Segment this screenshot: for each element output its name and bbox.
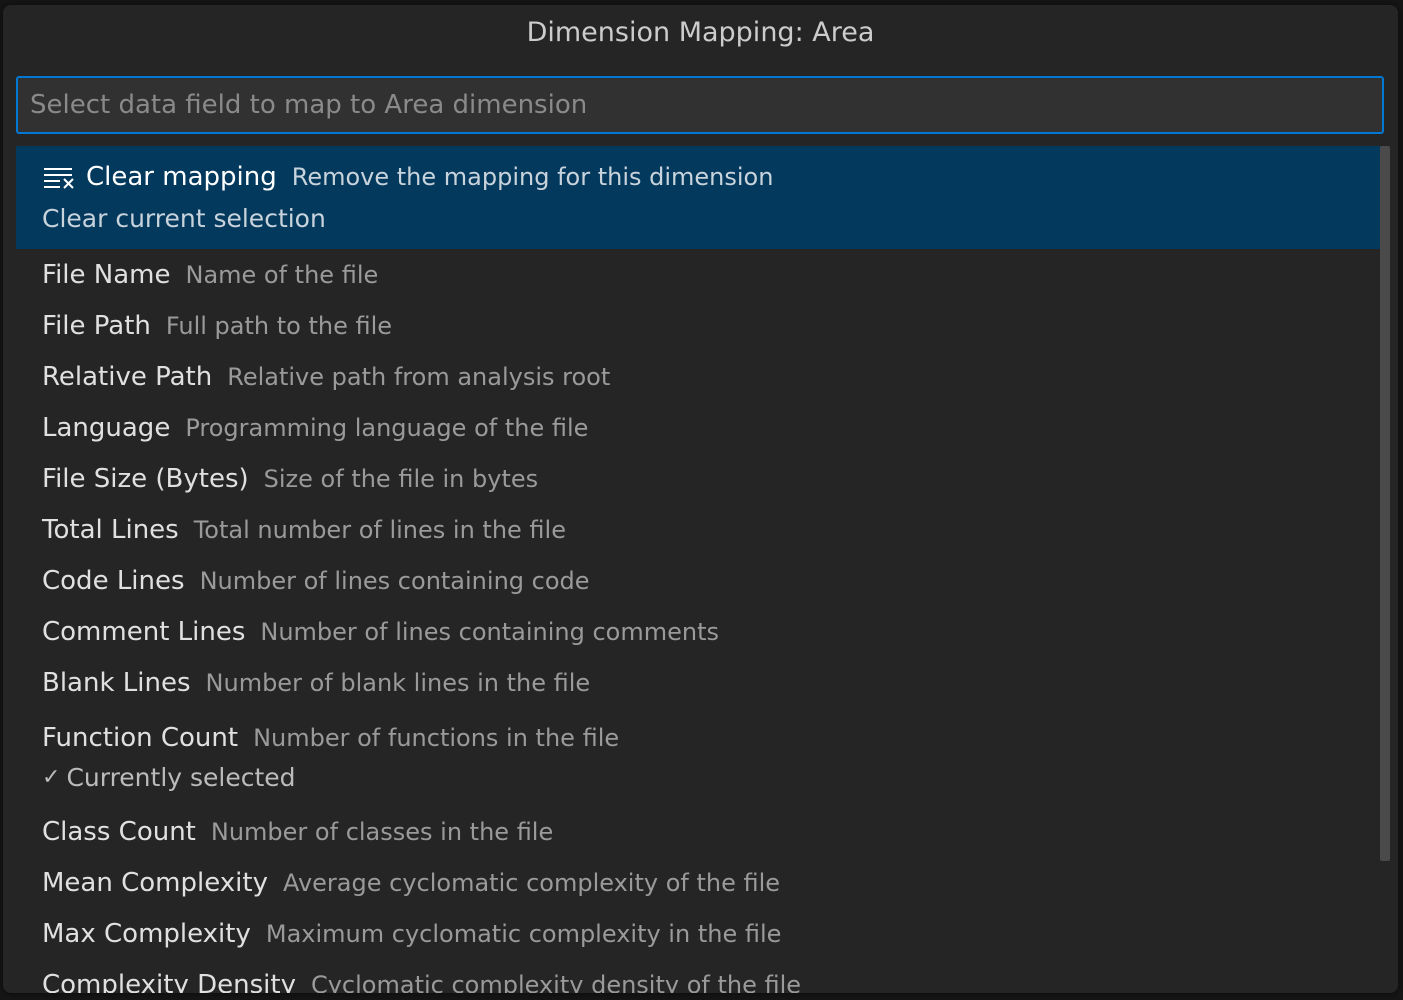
- list-item-complexity-density[interactable]: Complexity Density Cyclomatic complexity…: [16, 959, 1386, 994]
- dialog-title: Dimension Mapping: Area: [3, 5, 1398, 63]
- list-item-code-lines[interactable]: Code Lines Number of lines containing co…: [16, 555, 1386, 606]
- item-label: File Size (Bytes): [42, 463, 249, 494]
- clear-mapping-item[interactable]: Clear mapping Remove the mapping for thi…: [16, 146, 1386, 249]
- item-description: Number of classes in the file: [210, 817, 554, 846]
- list-item-mean-complexity[interactable]: Mean Complexity Average cyclomatic compl…: [16, 857, 1386, 908]
- item-description: Full path to the file: [165, 311, 393, 340]
- item-description: Number of lines containing comments: [260, 617, 719, 646]
- list-item-file-path[interactable]: File Path Full path to the file: [16, 300, 1386, 351]
- item-description: Size of the file in bytes: [263, 464, 539, 493]
- search-input-container: [16, 76, 1384, 134]
- item-label: File Path: [42, 310, 151, 341]
- list-scrollbar[interactable]: [1380, 146, 1390, 861]
- item-description: Maximum cyclomatic complexity in the fil…: [265, 919, 782, 948]
- item-description: Number of blank lines in the file: [205, 668, 591, 697]
- item-description: Average cyclomatic complexity of the fil…: [282, 868, 781, 897]
- list-item-file-size[interactable]: File Size (Bytes) Size of the file in by…: [16, 453, 1386, 504]
- quick-pick-dialog: Dimension Mapping: Area Clear mapping: [3, 5, 1398, 993]
- item-description: Number of functions in the file: [253, 723, 620, 752]
- item-label: Code Lines: [42, 565, 185, 596]
- item-label: Max Complexity: [42, 918, 251, 949]
- item-label: Comment Lines: [42, 616, 246, 647]
- list-item-max-complexity[interactable]: Max Complexity Maximum cyclomatic comple…: [16, 908, 1386, 959]
- item-detail: ✓ Currently selected: [42, 763, 296, 792]
- item-label: File Name: [42, 259, 171, 290]
- item-label: Function Count: [42, 722, 239, 753]
- clear-all-icon: [42, 165, 76, 189]
- item-label: Class Count: [42, 816, 196, 847]
- item-label: Mean Complexity: [42, 867, 268, 898]
- item-description: Programming language of the file: [185, 413, 589, 442]
- item-description: Number of lines containing code: [199, 566, 590, 595]
- item-description: Total number of lines in the file: [193, 515, 566, 544]
- list-item-language[interactable]: Language Programming language of the fil…: [16, 402, 1386, 453]
- list-item-comment-lines[interactable]: Comment Lines Number of lines containing…: [16, 606, 1386, 657]
- item-label: Clear mapping: [86, 162, 277, 192]
- item-label: Blank Lines: [42, 667, 191, 698]
- options-list: Clear mapping Remove the mapping for thi…: [16, 146, 1386, 993]
- item-description: Name of the file: [185, 260, 379, 289]
- item-label: Relative Path: [42, 361, 213, 392]
- list-item-file-name[interactable]: File Name Name of the file: [16, 249, 1386, 300]
- item-label: Complexity Density: [42, 969, 296, 994]
- item-detail-text: Currently selected: [66, 762, 296, 792]
- item-description: Cyclomatic complexity density of the fil…: [310, 970, 802, 994]
- item-detail: Clear current selection: [42, 204, 326, 233]
- list-item-total-lines[interactable]: Total Lines Total number of lines in the…: [16, 504, 1386, 555]
- list-item-relative-path[interactable]: Relative Path Relative path from analysi…: [16, 351, 1386, 402]
- list-item-class-count[interactable]: Class Count Number of classes in the fil…: [16, 806, 1386, 857]
- list-item-blank-lines[interactable]: Blank Lines Number of blank lines in the…: [16, 657, 1386, 708]
- list-item-function-count[interactable]: Function Count Number of functions in th…: [16, 708, 1386, 806]
- item-description: Remove the mapping for this dimension: [291, 163, 774, 191]
- check-icon: ✓: [42, 764, 61, 790]
- item-label: Total Lines: [42, 514, 179, 545]
- search-input[interactable]: [18, 78, 1382, 132]
- item-label: Language: [42, 412, 171, 443]
- item-description: Relative path from analysis root: [227, 362, 611, 391]
